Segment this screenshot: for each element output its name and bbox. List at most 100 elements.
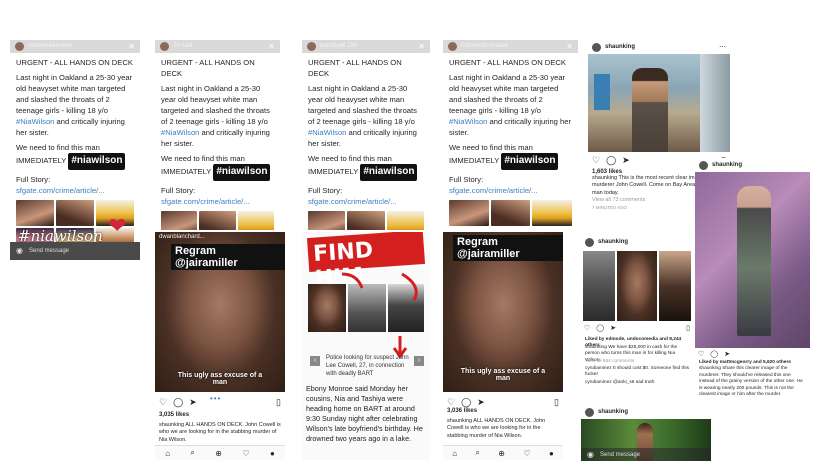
story-full-story: Full Story: sfgate.com/crime/article/... [161, 185, 250, 206]
post-username[interactable]: shaunking [598, 239, 628, 245]
post-header: shaunking ⋯ [588, 40, 730, 54]
avatar[interactable] [699, 160, 708, 170]
more-options-icon[interactable]: ⋯ [719, 43, 726, 51]
add-post-icon[interactable]: ⊕ [215, 449, 222, 458]
shaunking-post-2: shaunking ♡ ◯ ➤ ▯ Liked by edmode, undoc… [581, 235, 693, 405]
comment-icon[interactable]: ◯ [710, 350, 718, 358]
avatar[interactable] [592, 42, 601, 52]
close-icon[interactable]: ✕ [268, 41, 275, 53]
story-username[interactable]: lisbonwiftcomsaid [461, 42, 562, 51]
share-icon[interactable]: ➤ [189, 397, 197, 408]
post-username[interactable]: shaunking [598, 409, 628, 415]
avatar[interactable] [448, 42, 457, 51]
hashtag-link[interactable]: #NiaWilson [161, 128, 199, 137]
search-icon[interactable]: ⌕ [190, 448, 194, 458]
avatar[interactable] [15, 42, 24, 51]
search-icon[interactable]: ⌕ [475, 448, 479, 458]
heart-icon[interactable]: ♡ [159, 397, 167, 408]
photo [449, 199, 489, 226]
article-link[interactable]: sfgate.com/crime/article/... [161, 197, 250, 206]
jungle-photo: ◉ Send message [581, 419, 711, 461]
camera-icon[interactable]: ◉ [16, 245, 23, 257]
close-icon[interactable]: ✕ [566, 41, 573, 53]
avatar[interactable] [585, 407, 594, 417]
story-username[interactable]: parishyall.18h [320, 42, 414, 51]
story-full-story: Full Story: sfgate.com/crime/article/... [16, 174, 105, 195]
suspect-platform-photo [695, 172, 810, 348]
like-count[interactable]: 3,035 likes [155, 412, 193, 418]
share-icon[interactable]: ➤ [610, 324, 616, 332]
heart-icon[interactable]: ♡ [242, 449, 249, 458]
heart-icon[interactable]: ♡ [523, 449, 530, 458]
comment-icon[interactable]: ◯ [461, 397, 471, 408]
story-username[interactable]: dwanblanchard... [159, 234, 205, 240]
article-link[interactable]: sfgate.com/crime/article/... [308, 197, 397, 206]
profile-icon[interactable]: ● [270, 449, 275, 458]
regram-post-1: dwanblanchard... Regram @jairamiller Thi… [155, 232, 285, 460]
share-icon[interactable]: ➤ [724, 350, 730, 358]
reply-bar[interactable]: ◉ Send message [581, 448, 711, 461]
mugshot-caption: This ugly ass excuse of a man [460, 368, 546, 382]
camera-icon[interactable]: ◉ [587, 450, 594, 459]
photo [490, 199, 531, 226]
bookmark-icon[interactable]: ▯ [686, 324, 690, 332]
story-username[interactable]: 7h said [173, 42, 264, 51]
home-icon[interactable]: ⌂ [165, 449, 170, 458]
profile-icon[interactable]: ● [549, 449, 554, 458]
avatar[interactable] [160, 42, 169, 51]
suspect-photo [659, 251, 691, 321]
bookmark-icon[interactable]: ▯ [276, 397, 281, 408]
regram-label: Regram @jairamiller [171, 244, 285, 270]
mugshot-caption: This ugly ass excuse of a man [177, 372, 263, 386]
story-username[interactable]: lisbonmillennium [28, 42, 124, 51]
heart-icon[interactable]: ♡ [698, 350, 704, 358]
view-comments-link[interactable]: View all 564 comments [581, 359, 638, 365]
photo [347, 210, 385, 230]
article-link[interactable]: sfgate.com/crime/article/... [16, 186, 105, 195]
hashtag-sticker: #niawilson [360, 164, 418, 181]
heart-icon[interactable]: ♡ [584, 324, 590, 332]
hashtag-link[interactable]: #NiaWilson [16, 117, 54, 126]
story-body: Last night in Oakland a 25-30 year old h… [16, 73, 133, 137]
story-header: 7h said ✕ [155, 40, 280, 53]
close-icon[interactable]: ✕ [128, 41, 135, 53]
hashtag-sticker: #niawilson [501, 153, 559, 170]
bookmark-icon[interactable]: ▯ [554, 397, 559, 408]
hashtag-link[interactable]: #NiaWilson [449, 117, 487, 126]
hashtag-link[interactable]: #NiaWilson [308, 128, 346, 137]
victim-photos [443, 199, 578, 226]
reply-bar[interactable]: ◉ Send message [10, 242, 140, 260]
carousel-prev-button[interactable]: ‹ [310, 356, 320, 366]
like-count[interactable]: 3,036 likes [443, 408, 481, 414]
send-message-input[interactable]: Send message [29, 247, 69, 256]
close-icon[interactable]: ✕ [418, 41, 425, 53]
suspect-photo [583, 251, 615, 321]
comment-icon[interactable]: ◯ [606, 155, 616, 166]
article-link[interactable]: sfgate.com/crime/article/... [449, 186, 538, 195]
send-message-input[interactable]: Send message [600, 452, 640, 458]
story-body: Last night in Oakland a 25-30 year old h… [161, 84, 270, 148]
heart-icon[interactable]: ♡ [592, 155, 600, 166]
comment-icon[interactable]: ◯ [596, 324, 604, 332]
post-username[interactable]: shaunking [712, 162, 742, 168]
story-full-story: Full Story: sfgate.com/crime/article/... [449, 174, 538, 195]
story-full-story: Full Story: sfgate.com/crime/article/... [308, 185, 397, 206]
news-caption: Police looking for suspect John Lee Cowe… [326, 355, 409, 378]
hashtag-sticker: #niawilson [213, 164, 271, 181]
heart-icon[interactable]: ♡ [447, 397, 455, 408]
post-actions: ♡ ◯ ➤ [695, 348, 810, 360]
post-header: shaunking [581, 405, 711, 419]
post-username[interactable]: shaunking [605, 44, 635, 50]
photo [199, 210, 236, 230]
story-body: Last night in Oakland a 25-30 year old h… [308, 84, 417, 148]
story-headline: URGENT - ALL HANDS ON DECK [449, 58, 566, 67]
avatar[interactable] [585, 237, 594, 247]
post-caption: shaunking Share this clearer image of th… [699, 366, 803, 398]
carousel-next-button[interactable]: › [414, 356, 424, 366]
comment-icon[interactable]: ◯ [173, 397, 183, 408]
add-post-icon[interactable]: ⊕ [498, 449, 505, 458]
share-icon[interactable]: ➤ [477, 397, 485, 408]
home-icon[interactable]: ⌂ [452, 449, 457, 458]
avatar[interactable] [307, 42, 316, 51]
share-icon[interactable]: ➤ [622, 155, 630, 166]
